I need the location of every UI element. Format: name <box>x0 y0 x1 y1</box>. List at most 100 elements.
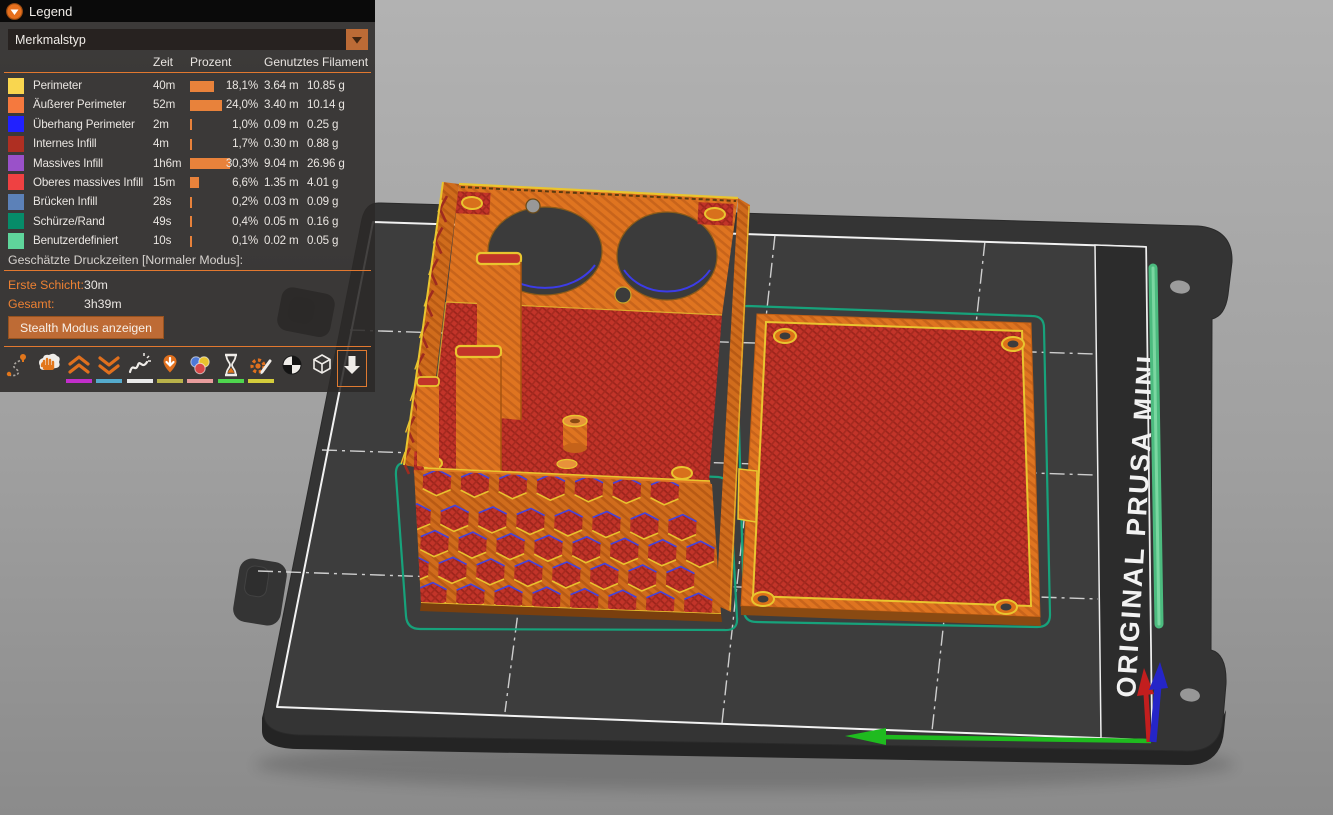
column-header-filament: Genutztes Filament <box>264 55 368 69</box>
divider <box>4 72 371 73</box>
marker-color-bar <box>127 379 153 383</box>
collapse-icon[interactable] <box>6 3 23 20</box>
legend-row: Benutzerdefiniert10s0,1%0.02 m0.05 g <box>0 231 375 250</box>
feature-time: 4m <box>153 134 169 153</box>
percent-bar <box>190 236 192 247</box>
marker-color-bar <box>248 379 274 383</box>
feature-type-dropdown[interactable]: Merkmalstyp <box>8 29 368 50</box>
legend-table: Perimeter40m18,1%3.64 m10.85 gÄußerer Pe… <box>0 76 375 251</box>
stealth-mode-button[interactable]: Stealth Modus anzeigen <box>8 316 164 339</box>
travel-moves-icon[interactable] <box>5 352 31 385</box>
feature-percent: 30,3% <box>213 154 258 173</box>
dropdown-value: Merkmalstyp <box>15 33 346 47</box>
feature-weight: 0.16 g <box>307 212 338 231</box>
center-of-mass-icon[interactable] <box>279 352 305 385</box>
feature-color-swatch <box>8 116 24 132</box>
feature-percent: 24,0% <box>213 95 258 114</box>
marker-color-bar <box>157 379 183 383</box>
color-changes-icon[interactable] <box>187 352 213 385</box>
feature-color-swatch <box>8 194 24 210</box>
legend-row: Oberes massives Infill15m6,6%1.35 m4.01 … <box>0 173 375 192</box>
tool-changes-icon[interactable] <box>157 352 183 385</box>
feature-time: 10s <box>153 231 171 250</box>
marker-color-bar <box>66 379 92 383</box>
legend-row: Brücken Infill28s0,2%0.03 m0.09 g <box>0 192 375 211</box>
feature-length: 0.05 m <box>264 212 299 231</box>
custom-gcode-icon[interactable] <box>248 352 274 385</box>
feature-weight: 0.09 g <box>307 192 338 211</box>
divider <box>4 270 371 271</box>
marker-color-bar <box>96 379 122 383</box>
feature-time: 1h6m <box>153 154 181 173</box>
legend-row: Perimeter40m18,1%3.64 m10.85 g <box>0 76 375 95</box>
legend-row: Internes Infill 4m 1,7% 0.30 m 0.88 g <box>0 134 375 153</box>
feature-color-swatch <box>8 174 24 190</box>
legend-title: Legend <box>29 4 72 19</box>
feature-color-swatch <box>8 233 24 249</box>
legend-row: Äußerer Perimeter 52m 24,0% 3.40 m 10.14 g <box>0 95 375 114</box>
feature-percent: 0,1% <box>213 231 258 250</box>
print-time-heading: Geschätzte Druckzeiten [Normaler Modus]: <box>8 253 243 267</box>
cylinder-boss <box>563 416 587 454</box>
feature-label: Perimeter <box>33 76 82 95</box>
slicer-preview-window: ORIGINAL PRUSA MINI <box>0 0 1333 815</box>
marker-color-bar <box>218 379 244 383</box>
percent-bar <box>190 177 199 188</box>
feature-color-swatch <box>8 78 24 94</box>
percent-bar <box>190 197 192 208</box>
column-header-time: Zeit <box>153 55 173 69</box>
deretractions-icon[interactable] <box>96 352 122 385</box>
partition-wall <box>417 377 439 468</box>
feature-length: 0.02 m <box>264 231 299 250</box>
feature-weight: 4.01 g <box>307 173 338 192</box>
feature-weight: 0.25 g <box>307 115 338 134</box>
legend-titlebar[interactable]: Legend <box>0 0 375 22</box>
feature-weight: 10.14 g <box>307 95 345 114</box>
marker-color-bar <box>187 379 213 383</box>
feature-length: 9.04 m <box>264 154 299 173</box>
shells-icon[interactable] <box>309 352 335 385</box>
total-time: Gesamt: 3h39m <box>8 297 54 311</box>
feature-length: 1.35 m <box>264 173 299 192</box>
feature-weight: 26.96 g <box>307 154 345 173</box>
feature-label: Äußerer Perimeter <box>33 95 126 114</box>
feature-length: 0.30 m <box>264 134 299 153</box>
feature-label: Brücken Infill <box>33 192 97 211</box>
feature-weight: 0.88 g <box>307 134 338 153</box>
fan-hole <box>617 212 717 300</box>
feature-time: 49s <box>153 212 171 231</box>
retractions-icon[interactable] <box>66 352 92 385</box>
printed-object-lid <box>738 314 1041 626</box>
pause-prints-icon[interactable] <box>218 352 244 385</box>
percent-bar <box>190 81 214 92</box>
feature-percent: 6,6% <box>213 173 258 192</box>
legend-row: Überhang Perimeter2m1,0%0.09 m0.25 g <box>0 115 375 134</box>
feature-length: 0.03 m <box>264 192 299 211</box>
feature-percent: 1,7% <box>213 134 258 153</box>
feature-label: Internes Infill <box>33 134 96 153</box>
feature-length: 3.40 m <box>264 95 299 114</box>
feature-label: Oberes massives Infill <box>33 173 143 192</box>
percent-bar <box>190 216 192 227</box>
divider <box>4 346 371 347</box>
view-options-toolbar <box>5 352 365 385</box>
column-header-percent: Prozent <box>190 55 231 69</box>
feature-color-swatch <box>8 97 24 113</box>
feature-color-swatch <box>8 136 24 152</box>
feature-weight: 10.85 g <box>307 76 345 95</box>
wipe-icon[interactable] <box>35 352 61 385</box>
feature-time: 52m <box>153 95 175 114</box>
percent-bar <box>190 119 192 130</box>
feature-color-swatch <box>8 155 24 171</box>
feature-label: Massives Infill <box>33 154 103 173</box>
dropdown-button[interactable] <box>346 29 368 50</box>
first-layer-time: Erste Schicht: 30m <box>8 278 84 292</box>
feature-length: 3.64 m <box>264 76 299 95</box>
tool-marker-icon[interactable] <box>339 352 365 385</box>
legend-row: Massives Infill 1h6m 30,3% 9.04 m 26.96 g <box>0 154 375 173</box>
seams-icon[interactable] <box>127 352 153 385</box>
feature-weight: 0.05 g <box>307 231 338 250</box>
feature-time: 40m <box>153 76 175 95</box>
feature-label: Überhang Perimeter <box>33 115 135 134</box>
feature-percent: 0,4% <box>213 212 258 231</box>
